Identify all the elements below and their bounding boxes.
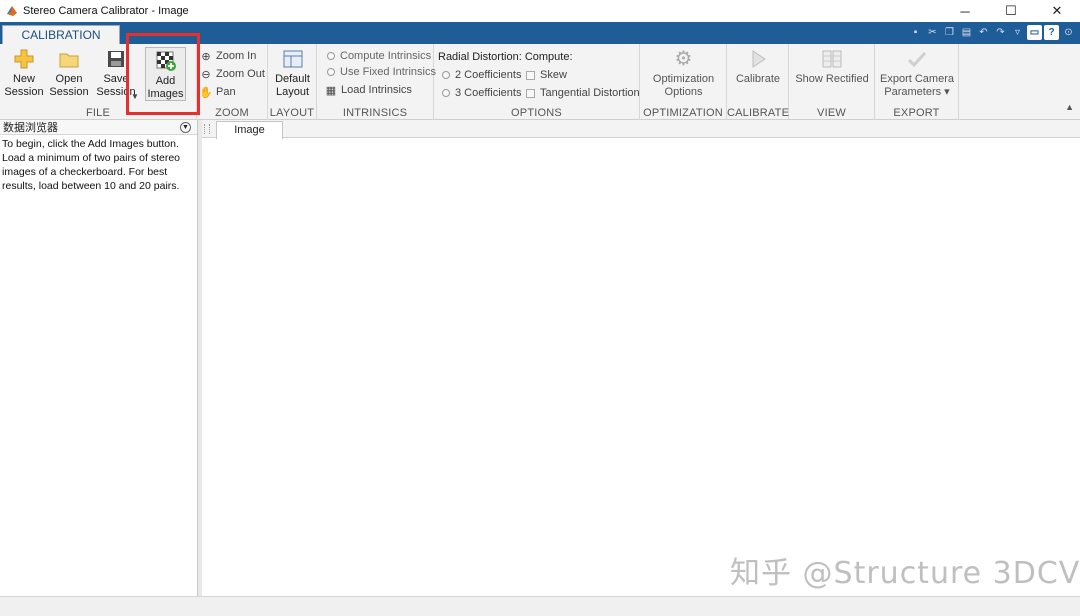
checkbox-icon (526, 88, 535, 98)
watermark-text: 知乎 @Structure 3DCV (730, 556, 1080, 591)
rectified-images-icon (821, 48, 843, 70)
copy-icon[interactable]: ❐ (942, 25, 957, 40)
close-button[interactable]: ✕ (1034, 0, 1080, 22)
section-label-intrinsics: INTRINSICS (342, 107, 408, 119)
redo-icon[interactable]: ↷ (993, 25, 1008, 40)
tab-calibration[interactable]: CALIBRATION (2, 25, 120, 44)
new-session-button[interactable]: New Session (4, 48, 44, 99)
compute-intrinsics-radio[interactable]: Compute Intrinsics (327, 48, 431, 64)
help-icon[interactable]: ? (1044, 25, 1059, 40)
instructions-text: To begin, click the Add Images button. L… (2, 138, 180, 192)
pan-button[interactable]: ✋ Pan (199, 84, 235, 100)
section-label-view: VIEW (817, 107, 846, 119)
grip-icon[interactable] (204, 124, 210, 134)
export-camera-parameters-button[interactable]: Export Camera Parameters ▾ (878, 48, 956, 99)
radio-icon (327, 68, 335, 76)
window-title: Stereo Camera Calibrator - Image (23, 5, 189, 17)
status-bar (0, 596, 1080, 616)
section-view: Show Rectified VIEW (789, 44, 875, 120)
play-icon (747, 48, 769, 70)
quick-access-toolbar: ▪ ✂ ❐ ▤ ↶ ↷ ▿ ▭ ? ⊙ (908, 25, 1076, 40)
minimize-button[interactable]: ─ (942, 0, 988, 22)
maximize-button[interactable]: ☐ (988, 0, 1034, 22)
load-intrinsics-button[interactable]: ▦ Load Intrinsics (325, 82, 412, 98)
default-layout-button[interactable]: Default Layout (271, 48, 314, 99)
plus-icon (13, 48, 35, 70)
window-layout-icon[interactable]: ▭ (1027, 25, 1042, 40)
image-document-area: Image (202, 120, 1080, 596)
show-rectified-button[interactable]: Show Rectified (793, 48, 871, 86)
matlab-logo-icon (7, 6, 17, 16)
data-browser-panel: 数据浏览器 ▼ To begin, click the Add Images b… (0, 120, 198, 596)
section-label-export: EXPORT (893, 107, 940, 119)
options-headings: Radial Distortion: Compute: (438, 49, 573, 65)
paste-icon[interactable]: ▤ (959, 25, 974, 40)
undo-icon[interactable]: ↶ (976, 25, 991, 40)
radio-icon (442, 89, 450, 97)
add-images-highlight (126, 33, 200, 115)
zoom-in-button[interactable]: ⊕ Zoom In (200, 48, 256, 64)
section-label-options: OPTIONS (511, 107, 562, 119)
section-zoom: ⊕ Zoom In ⊖ Zoom Out ✋ Pan ZOOM (197, 44, 268, 120)
expand-icon[interactable]: ⊙ (1061, 25, 1076, 40)
section-label-layout: LAYOUT (269, 107, 315, 119)
section-layout: Default Layout LAYOUT (268, 44, 317, 120)
section-label-optimization: OPTIMIZATION (643, 107, 723, 119)
section-export: Export Camera Parameters ▾ EXPORT (875, 44, 959, 120)
radial-distortion-heading: Radial Distortion: (438, 51, 522, 63)
collapse-ribbon-icon[interactable]: ▲ (1065, 102, 1074, 112)
gear-icon: ⚙ (674, 47, 693, 70)
panel-menu-icon[interactable]: ▼ (180, 122, 191, 133)
section-label-calibrate: CALIBRATE (727, 107, 790, 119)
zoom-in-icon: ⊕ (201, 50, 211, 63)
cut-icon[interactable]: ✂ (925, 25, 940, 40)
zoom-out-icon: ⊖ (201, 68, 211, 81)
zoom-out-button[interactable]: ⊖ Zoom Out (200, 66, 265, 82)
checkbox-icon (526, 70, 535, 80)
radio-icon (327, 52, 335, 60)
title-bar: Stereo Camera Calibrator - Image ─ ☐ ✕ (0, 0, 1080, 22)
save-icon[interactable]: ▪ (908, 25, 923, 40)
three-coefficients-radio[interactable]: 3 Coefficients (442, 85, 521, 101)
section-intrinsics: Compute Intrinsics Use Fixed Intrinsics … (317, 44, 436, 120)
dropdown-icon[interactable]: ▿ (1010, 25, 1025, 40)
section-options: Radial Distortion: Compute: 2 Coefficien… (434, 44, 640, 120)
calibrate-button[interactable]: Calibrate (731, 48, 785, 86)
section-optimization: ⚙ Optimization Options OPTIMIZATION (640, 44, 727, 120)
skew-checkbox[interactable]: Skew (526, 67, 567, 83)
hand-icon: ✋ (199, 86, 213, 99)
section-label-zoom: ZOOM (215, 107, 249, 119)
document-tabbar: Image (202, 120, 1080, 139)
optimization-options-button[interactable]: ⚙ Optimization Options (644, 48, 723, 99)
tangential-distortion-checkbox[interactable]: Tangential Distortion (526, 85, 640, 101)
radio-icon (442, 71, 450, 79)
folder-icon (58, 48, 80, 70)
compute-heading: Compute: (524, 51, 573, 63)
tab-image[interactable]: Image (216, 121, 283, 139)
two-coefficients-radio[interactable]: 2 Coefficients (442, 67, 521, 83)
data-browser-header: 数据浏览器 ▼ (0, 120, 197, 135)
load-icon: ▦ (325, 84, 337, 97)
checkmark-icon (906, 48, 928, 70)
layout-grid-icon (282, 48, 304, 70)
use-fixed-intrinsics-radio[interactable]: Use Fixed Intrinsics (327, 64, 436, 80)
section-calibrate: Calibrate CALIBRATE (727, 44, 789, 120)
floppy-disk-icon (105, 48, 127, 70)
data-browser-title: 数据浏览器 (3, 122, 58, 134)
open-session-button[interactable]: Open Session (48, 48, 90, 99)
